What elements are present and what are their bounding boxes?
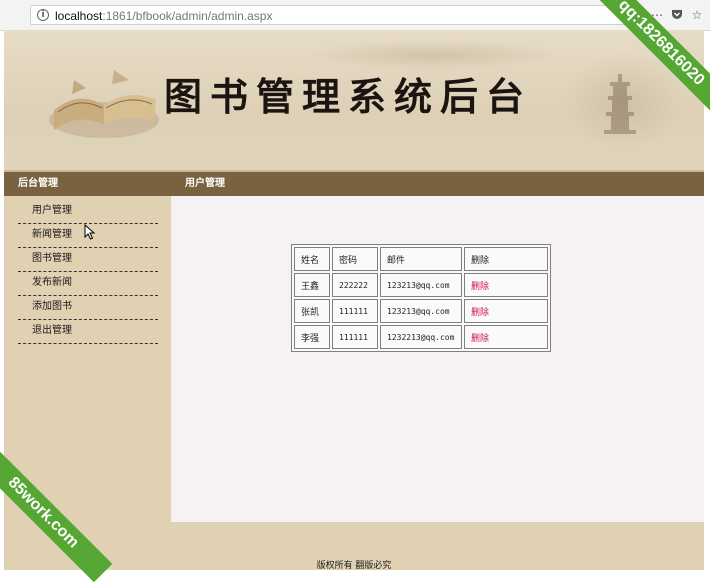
cell-email: 123213@qq.com xyxy=(380,299,462,323)
banner-title: 图书管理系统后台 xyxy=(164,74,533,119)
cell-email: 1232213@qq.com xyxy=(380,325,462,349)
sidebar-menu: 用户管理 新闻管理 图书管理 发布新闻 添加图书 退出管理 xyxy=(4,196,171,344)
pagoda-icon xyxy=(604,74,636,134)
column-header-password: 密码 xyxy=(332,247,378,271)
bookmark-star-icon[interactable]: ☆ xyxy=(690,8,704,22)
pocket-icon[interactable] xyxy=(670,8,684,22)
cell-delete: 删除 xyxy=(464,299,548,323)
column-header-delete: 删除 xyxy=(464,247,548,271)
admin-page: 图书管理系统后台 后台管理 用户管理 新闻管理 图书管理 发布新闻 添加图书 退… xyxy=(4,30,704,571)
url-text[interactable]: localhost:1861/bfbook/admin/admin.aspx xyxy=(55,9,272,23)
cell-name: 李强 xyxy=(294,325,330,349)
sidebar-item-user-management[interactable]: 用户管理 xyxy=(18,200,158,224)
url-host: localhost xyxy=(55,9,103,23)
table-header-row: 姓名 密码 邮件 删除 xyxy=(294,247,548,271)
open-book-icon xyxy=(49,70,159,138)
sidebar-item-book-management[interactable]: 图书管理 xyxy=(18,248,158,272)
cell-delete: 删除 xyxy=(464,325,548,349)
cell-name: 王鑫 xyxy=(294,273,330,297)
delete-link[interactable]: 删除 xyxy=(471,282,489,292)
cell-delete: 删除 xyxy=(464,273,548,297)
cell-password: 222222 xyxy=(332,273,378,297)
cell-name: 张凯 xyxy=(294,299,330,323)
cell-password: 111111 xyxy=(332,299,378,323)
url-path: :1861/bfbook/admin/admin.aspx xyxy=(102,9,273,23)
info-icon[interactable]: i xyxy=(37,9,49,21)
user-table: 姓名 密码 邮件 删除 王鑫 222222 123213@qq.com 删除 张… xyxy=(291,244,551,352)
mouse-cursor-icon xyxy=(84,224,96,240)
cell-password: 111111 xyxy=(332,325,378,349)
column-header-name: 姓名 xyxy=(294,247,330,271)
banner: 图书管理系统后台 xyxy=(4,30,704,172)
main-content: 用户管理 姓名 密码 邮件 删除 王鑫 222222 123213@qq.com… xyxy=(171,172,704,522)
address-bar[interactable]: i localhost:1861/bfbook/admin/admin.aspx xyxy=(30,5,630,25)
delete-link[interactable]: 删除 xyxy=(471,334,489,344)
main-header: 用户管理 xyxy=(171,172,704,196)
sidebar-header: 后台管理 xyxy=(4,172,171,196)
cell-email: 123213@qq.com xyxy=(380,273,462,297)
sidebar-item-add-book[interactable]: 添加图书 xyxy=(18,296,158,320)
column-header-email: 邮件 xyxy=(380,247,462,271)
delete-link[interactable]: 删除 xyxy=(471,308,489,318)
table-row: 李强 111111 1232213@qq.com 删除 xyxy=(294,325,548,349)
table-row: 张凯 111111 123213@qq.com 删除 xyxy=(294,299,548,323)
sidebar-item-publish-news[interactable]: 发布新闻 xyxy=(18,272,158,296)
table-row: 王鑫 222222 123213@qq.com 删除 xyxy=(294,273,548,297)
sidebar-item-logout[interactable]: 退出管理 xyxy=(18,320,158,344)
